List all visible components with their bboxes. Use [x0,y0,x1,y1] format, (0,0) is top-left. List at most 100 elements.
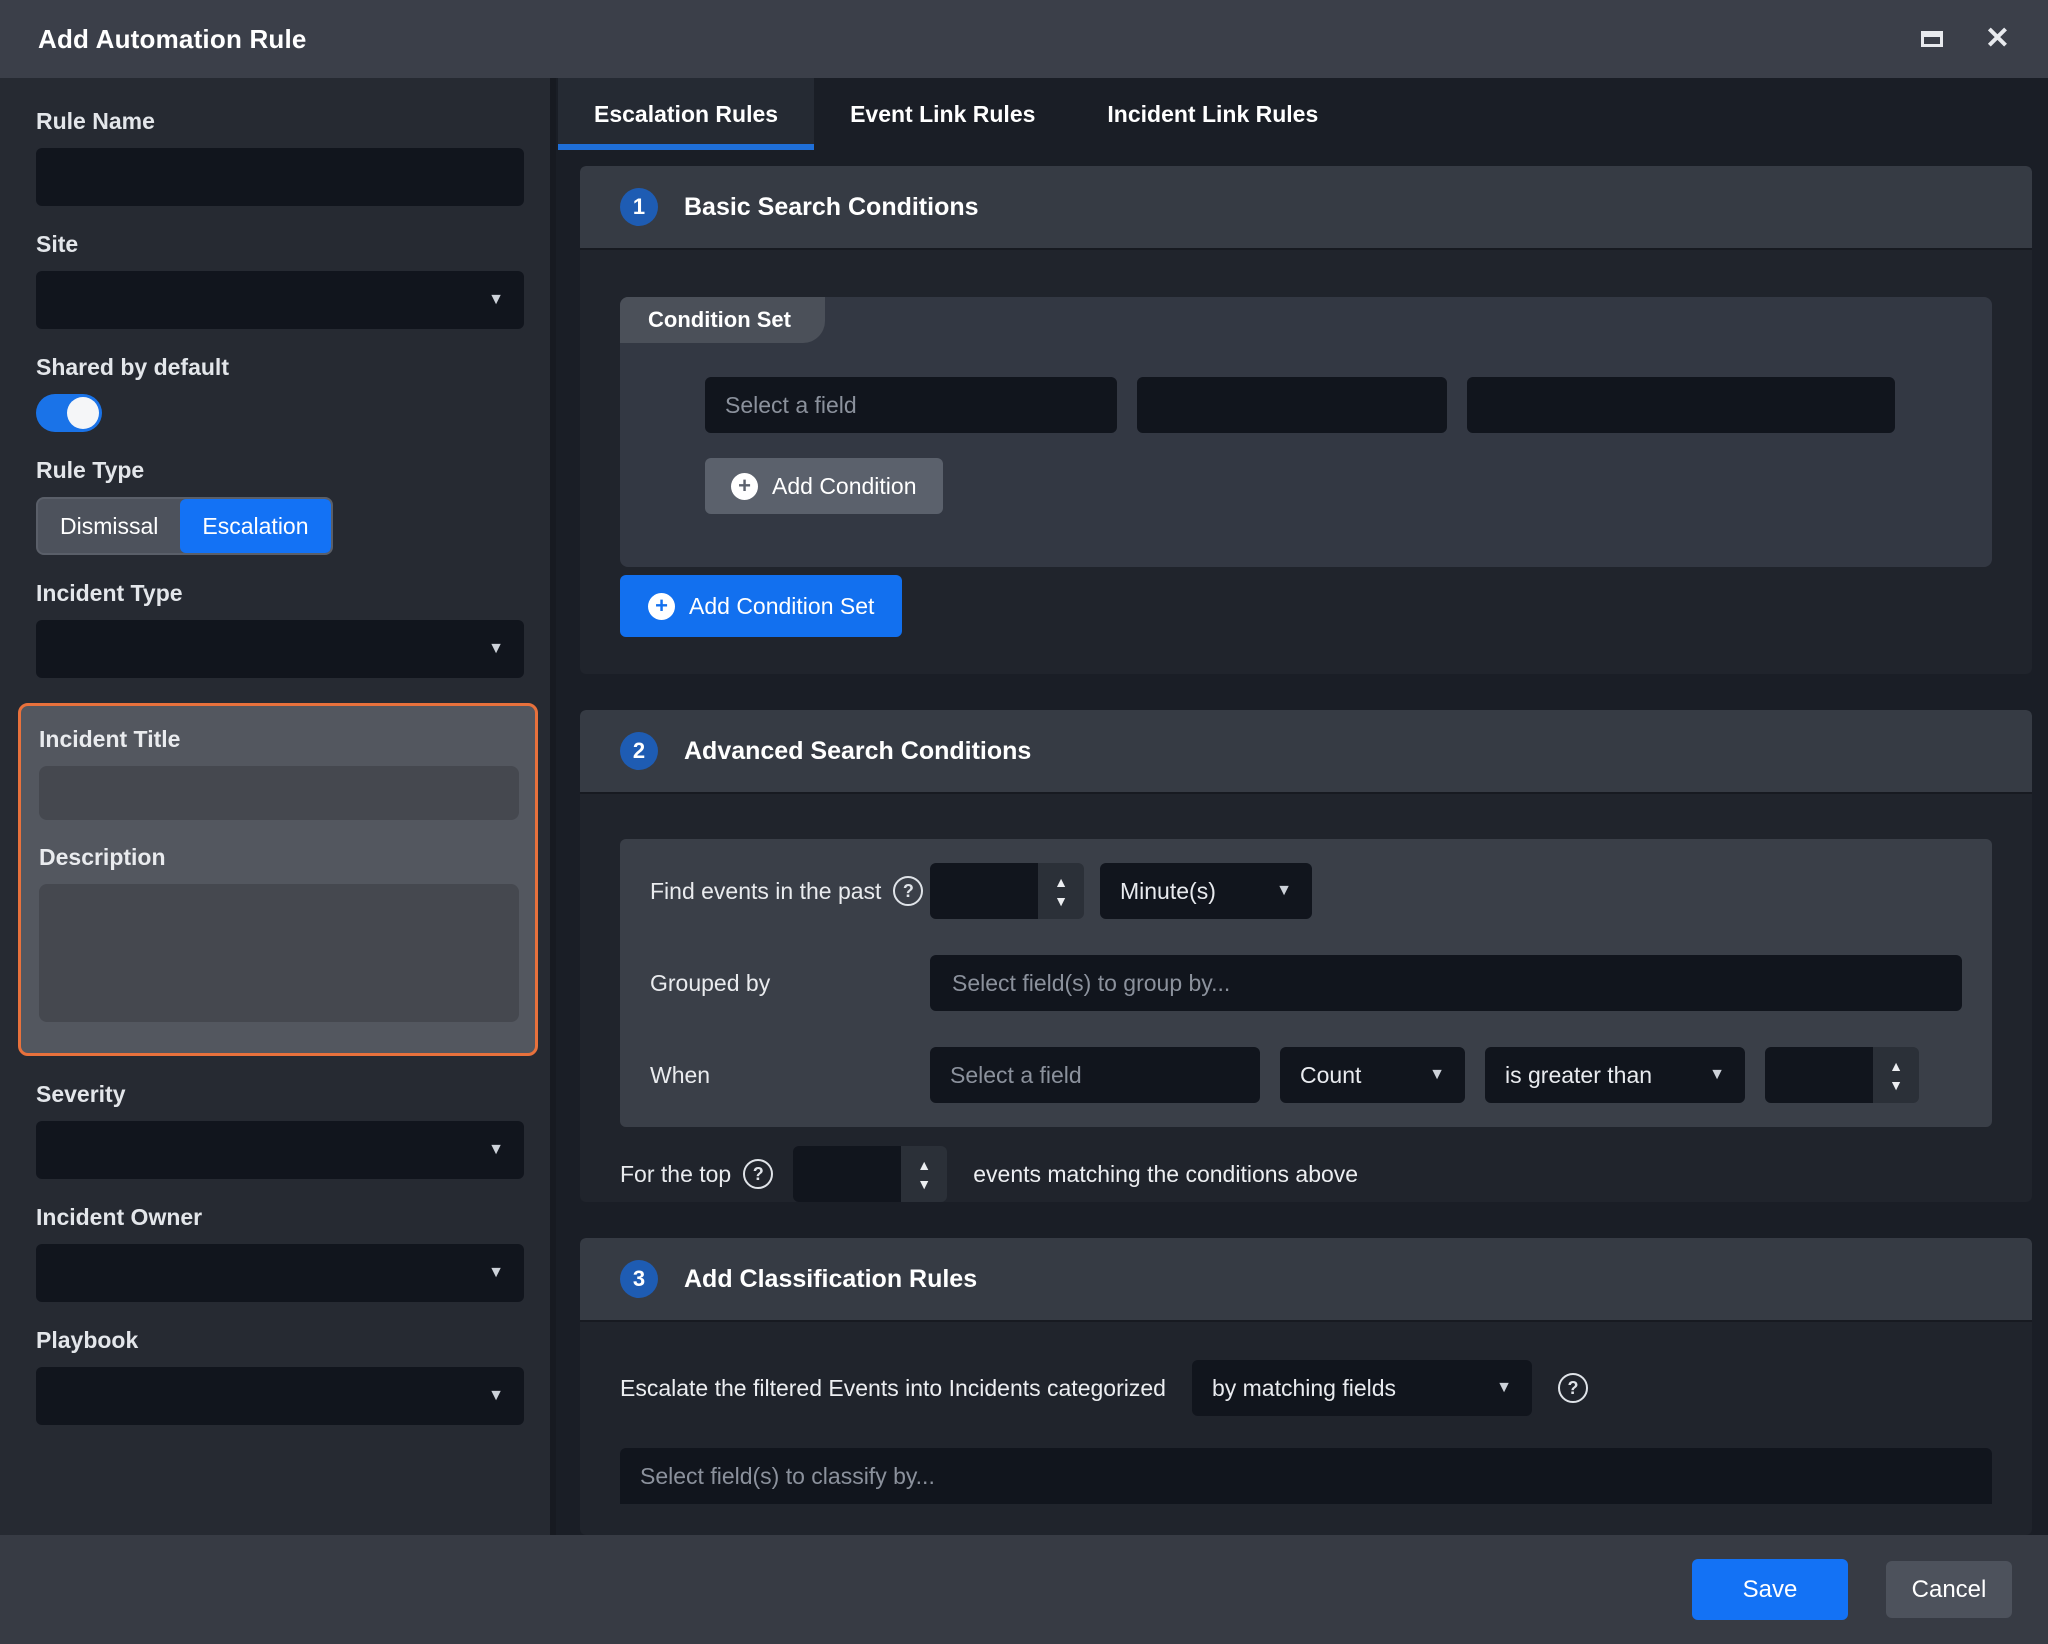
add-condition-label: Add Condition [772,473,917,500]
tab-incident-link-rules[interactable]: Incident Link Rules [1071,78,1354,150]
advanced-search-conditions-header: 2 Advanced Search Conditions [580,710,2032,794]
when-row: When Count ▼ is greater than ▼ [650,1047,1962,1103]
advanced-search-conditions-body: Find events in the past ? ▲ ▼ [580,794,2032,1202]
add-classification-rules-header: 3 Add Classification Rules [580,1238,2032,1322]
spinner-down-icon[interactable]: ▼ [1889,1078,1903,1092]
add-classification-rules-body: Escalate the filtered Events into Incide… [580,1322,2032,1535]
incident-title-label: Incident Title [39,726,519,753]
severity-label: Severity [36,1081,524,1108]
escalation-rules-content: 1 Basic Search Conditions Condition Set [556,150,2048,1535]
incident-type-select[interactable]: ▼ [36,620,524,678]
operator-select[interactable]: is greater than ▼ [1485,1047,1745,1103]
rule-name-group: Rule Name [36,108,524,206]
add-automation-rule-dialog: Add Automation Rule ✕ Rule Name Site ▼ S… [0,0,2048,1644]
basic-search-conditions-body: Condition Set + Add Condition [580,250,2032,674]
help-icon[interactable]: ? [893,876,923,906]
for-the-top-row: For the top ? ▲ ▼ events matching the [620,1127,1992,1202]
condition-value-input[interactable] [1467,377,1895,433]
shared-by-default-toggle[interactable] [36,394,102,432]
aggregate-select[interactable]: Count ▼ [1280,1047,1465,1103]
site-select[interactable]: ▼ [36,271,524,329]
tab-escalation-rules[interactable]: Escalation Rules [558,78,814,150]
rule-type-segmented: Dismissal Escalation [36,497,333,555]
grouped-by-label: Grouped by [650,970,930,997]
basic-search-conditions-header: 1 Basic Search Conditions [580,166,2032,250]
site-group: Site ▼ [36,231,524,329]
save-button[interactable]: Save [1692,1559,1848,1620]
add-condition-button[interactable]: + Add Condition [705,458,943,514]
incident-owner-group: Incident Owner ▼ [36,1204,524,1302]
spinner-up-icon[interactable]: ▲ [917,1158,931,1172]
dialog-title: Add Automation Rule [38,24,307,55]
classify-fields-select[interactable] [620,1448,1992,1504]
plus-circle-icon: + [731,473,758,500]
time-unit-value: Minute(s) [1120,878,1216,905]
help-icon[interactable]: ? [743,1159,773,1189]
time-unit-select[interactable]: Minute(s) ▼ [1100,863,1312,919]
rule-type-dismissal-button[interactable]: Dismissal [38,499,180,553]
rule-name-input[interactable] [36,148,524,206]
severity-select[interactable]: ▼ [36,1121,524,1179]
incident-type-group: Incident Type ▼ [36,580,524,678]
toggle-knob [67,397,99,429]
find-events-number-input[interactable] [930,863,1038,919]
categorize-by-value: by matching fields [1212,1375,1396,1402]
spinner-down-icon[interactable]: ▼ [1054,894,1068,908]
incident-title-input[interactable] [39,766,519,820]
condition-set-tab: Condition Set [620,297,825,343]
advanced-search-conditions-title: Advanced Search Conditions [684,737,1031,766]
spinner-up-icon[interactable]: ▲ [1054,875,1068,889]
cancel-button[interactable]: Cancel [1886,1561,2012,1618]
description-textarea[interactable] [39,884,519,1022]
incident-title-description-highlight: Incident Title Description [18,703,538,1056]
advanced-conditions-panel: Find events in the past ? ▲ ▼ [620,839,1992,1127]
dialog-footer: Save Cancel [0,1535,2048,1644]
help-icon[interactable]: ? [1558,1373,1588,1403]
grouped-by-select[interactable] [930,955,1962,1011]
categorize-by-select[interactable]: by matching fields ▼ [1192,1360,1532,1416]
condition-operator-select[interactable] [1137,377,1447,433]
rule-tabs: Escalation Rules Event Link Rules Incide… [556,78,2048,150]
maximize-icon[interactable] [1921,31,1943,47]
incident-owner-select[interactable]: ▼ [36,1244,524,1302]
chevron-down-icon: ▼ [488,641,504,657]
condition-row [620,343,1992,433]
step-1-badge: 1 [620,188,658,226]
chevron-down-icon: ▼ [488,292,504,308]
tab-event-link-rules[interactable]: Event Link Rules [814,78,1071,150]
chevron-down-icon: ▼ [1276,883,1292,899]
basic-search-conditions-section: 1 Basic Search Conditions Condition Set [580,166,2032,674]
plus-circle-icon: + [648,593,675,620]
chevron-down-icon: ▼ [488,1142,504,1158]
rule-type-escalation-button[interactable]: Escalation [180,499,330,553]
spinner-down-icon[interactable]: ▼ [917,1177,931,1191]
rule-type-label: Rule Type [36,457,524,484]
rule-main-area: Escalation Rules Event Link Rules Incide… [556,78,2048,1535]
window-controls: ✕ [1921,24,2010,54]
advanced-search-conditions-section: 2 Advanced Search Conditions Find events… [580,710,2032,1202]
dialog-body: Rule Name Site ▼ Shared by default Rule … [0,78,2048,1535]
dialog-titlebar: Add Automation Rule ✕ [0,0,2048,78]
add-condition-set-button[interactable]: + Add Condition Set [620,575,902,637]
close-icon[interactable]: ✕ [1985,24,2010,54]
for-the-top-number-input[interactable] [793,1146,901,1202]
step-2-badge: 2 [620,732,658,770]
for-the-top-label: For the top [620,1161,731,1188]
playbook-label: Playbook [36,1327,524,1354]
threshold-stepper: ▲ ▼ [1765,1047,1919,1103]
when-field-select[interactable] [930,1047,1260,1103]
condition-set-group: Condition Set + Add Condition [620,297,1992,567]
grouped-by-row: Grouped by [650,955,1962,1011]
shared-group: Shared by default [36,354,524,432]
for-the-top-label-wrap: For the top ? [620,1159,773,1189]
find-events-row: Find events in the past ? ▲ ▼ [650,863,1962,919]
site-label: Site [36,231,524,258]
threshold-number-input[interactable] [1765,1047,1873,1103]
spinner-up-icon[interactable]: ▲ [1889,1059,1903,1073]
condition-field-select[interactable] [705,377,1117,433]
for-the-top-stepper: ▲ ▼ [793,1146,947,1202]
playbook-select[interactable]: ▼ [36,1367,524,1425]
chevron-down-icon: ▼ [488,1265,504,1281]
stepper-spin-controls: ▲ ▼ [1873,1047,1919,1103]
shared-by-default-label: Shared by default [36,354,524,381]
